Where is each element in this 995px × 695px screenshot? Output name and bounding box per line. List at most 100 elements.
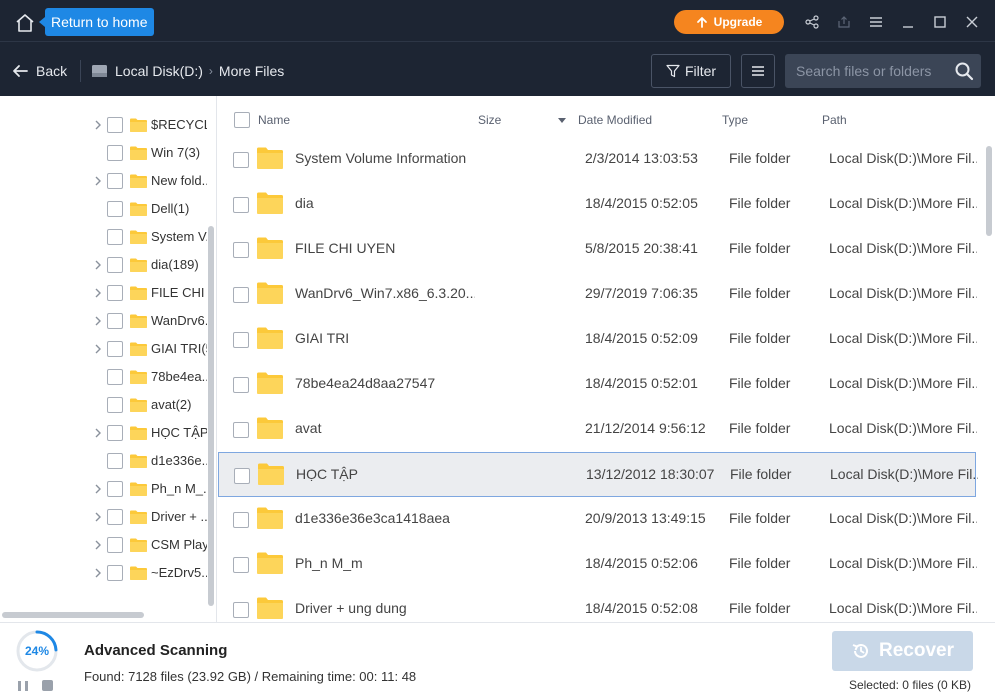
row-checkbox[interactable] [233,422,249,438]
list-vertical-scroll-thumb[interactable] [986,146,992,236]
tree-item[interactable]: HỌC TẬP... [0,419,207,447]
tree-item-checkbox[interactable] [107,145,123,161]
row-checkbox[interactable] [233,602,249,618]
select-all-checkbox[interactable] [234,112,250,128]
tree-item[interactable]: dia(189) [0,251,206,279]
column-header-path[interactable]: Path [822,113,847,127]
pause-icon[interactable] [17,680,29,692]
folder-icon [257,597,283,622]
table-row[interactable]: Ph_n M_m 18/4/2015 0:52:06 File folder Loca… [218,542,977,587]
maximize-button[interactable] [928,10,952,34]
list-vertical-scrollbar[interactable] [985,140,993,620]
tree-item-checkbox[interactable] [107,117,123,133]
table-row[interactable]: HỌC TẬP 13/12/2012 18:30:07 File folder Loc… [218,452,978,497]
column-header-date[interactable]: Date Modified [578,113,652,127]
search-input[interactable] [785,54,945,88]
tree-item[interactable]: ~EzDrv5... [0,559,207,587]
tree-item-checkbox[interactable] [107,397,123,413]
row-checkbox[interactable] [233,287,249,303]
table-row[interactable]: 78be4ea24d8aa27547 18/4/2015 0:52:01 File … [218,362,977,407]
close-button[interactable] [960,10,984,34]
back-button[interactable]: Back [12,58,67,84]
tree-item-checkbox[interactable] [107,229,123,245]
chevron-right-icon[interactable] [92,119,104,131]
tree-item[interactable]: System V... [0,223,207,251]
tree-horizontal-scrollbar[interactable] [0,611,206,619]
chevron-right-icon[interactable] [92,343,104,355]
row-checkbox[interactable] [233,242,249,258]
chevron-right-icon[interactable] [92,567,104,579]
tree-item-checkbox[interactable] [107,537,123,553]
tree-item[interactable]: Win 7(3) [0,139,206,167]
tree-item-checkbox[interactable] [107,425,123,441]
tree-item[interactable]: d1e336e... [0,447,207,475]
tree-item[interactable]: Dell(1) [0,195,206,223]
filter-button[interactable]: Filter [651,54,731,88]
breadcrumb-more-files[interactable]: More Files [219,63,284,79]
tree-horizontal-scroll-thumb[interactable] [2,612,144,618]
table-row[interactable]: System Volume Information 2/3/2014 13:03:… [218,137,977,182]
tree-vertical-scrollbar[interactable] [207,106,215,606]
tree-item-checkbox[interactable] [107,173,123,189]
chevron-right-icon[interactable] [92,259,104,271]
table-row[interactable]: FILE CHI UYEN 5/8/2015 20:38:41 File folde… [218,227,977,272]
tree-item[interactable]: FILE CHI ... [0,279,207,307]
search-icon[interactable] [954,61,974,81]
tree-item[interactable]: Ph_n M_... [0,475,207,503]
menu-button[interactable] [864,10,888,34]
home-button[interactable] [10,8,40,38]
table-row[interactable]: GIAI TRI 18/4/2015 0:52:09 File folder Loca… [218,317,977,362]
tree-item[interactable]: New fold... [0,167,207,195]
row-checkbox[interactable] [233,377,249,393]
tree-item[interactable]: $RECYCL... [0,111,207,139]
table-row[interactable]: dia 18/4/2015 0:52:05 File folder Local Dis… [218,182,977,227]
tree-item-checkbox[interactable] [107,313,123,329]
tree-vertical-scroll-thumb[interactable] [208,226,214,606]
row-checkbox[interactable] [233,512,249,528]
cell-type: File folder [729,285,791,301]
minimize-button[interactable] [896,10,920,34]
tree-item-checkbox[interactable] [107,565,123,581]
chevron-right-icon[interactable] [92,287,104,299]
chevron-right-icon[interactable] [92,511,104,523]
table-row[interactable]: d1e336e36e3ca1418aea 20/9/2013 13:49:15 Fi… [218,497,977,542]
column-header-size[interactable]: Size [478,113,501,127]
tree-item-checkbox[interactable] [107,341,123,357]
table-row[interactable]: avat 21/12/2014 9:56:12 File folder Local D… [218,407,977,452]
chevron-right-icon[interactable] [92,539,104,551]
tree-item[interactable]: GIAI TRI(5 [0,335,207,363]
chevron-right-icon[interactable] [92,315,104,327]
breadcrumb-disk[interactable]: Local Disk(D:) [115,63,203,79]
share-button[interactable] [800,10,824,34]
tree-item[interactable]: CSM Play... [0,531,207,559]
table-row[interactable]: Driver + ung dung 18/4/2015 0:52:08 File f… [218,587,977,622]
tree-item-checkbox[interactable] [107,369,123,385]
column-header-type[interactable]: Type [722,113,748,127]
tree-item-checkbox[interactable] [107,201,123,217]
tree-item[interactable]: Driver + ... [0,503,207,531]
tree-item-checkbox[interactable] [107,509,123,525]
stop-icon[interactable] [42,680,53,691]
tree-item-checkbox[interactable] [107,285,123,301]
view-options-button[interactable] [741,54,775,88]
column-header-name[interactable]: Name [258,113,290,127]
tree-item[interactable]: 78be4ea... [0,363,207,391]
chevron-right-icon[interactable] [92,483,104,495]
chevron-right-icon[interactable] [92,175,104,187]
tree-item[interactable]: WanDrv6... [0,307,207,335]
row-checkbox[interactable] [233,197,249,213]
recover-button[interactable]: Recover [832,631,973,671]
sort-descending-icon[interactable] [558,118,566,123]
tree-item-checkbox[interactable] [107,481,123,497]
export-button[interactable] [832,10,856,34]
row-checkbox[interactable] [233,557,249,573]
chevron-right-icon[interactable] [92,427,104,439]
table-row[interactable]: WanDrv6_Win7.x86_6.3.20... 29/7/2019 7:06… [218,272,977,317]
row-checkbox[interactable] [234,468,250,484]
tree-item-checkbox[interactable] [107,257,123,273]
tree-item-checkbox[interactable] [107,453,123,469]
tree-item[interactable]: avat(2) [0,391,206,419]
upgrade-button[interactable]: Upgrade [674,10,784,34]
row-checkbox[interactable] [233,332,249,348]
row-checkbox[interactable] [233,152,249,168]
